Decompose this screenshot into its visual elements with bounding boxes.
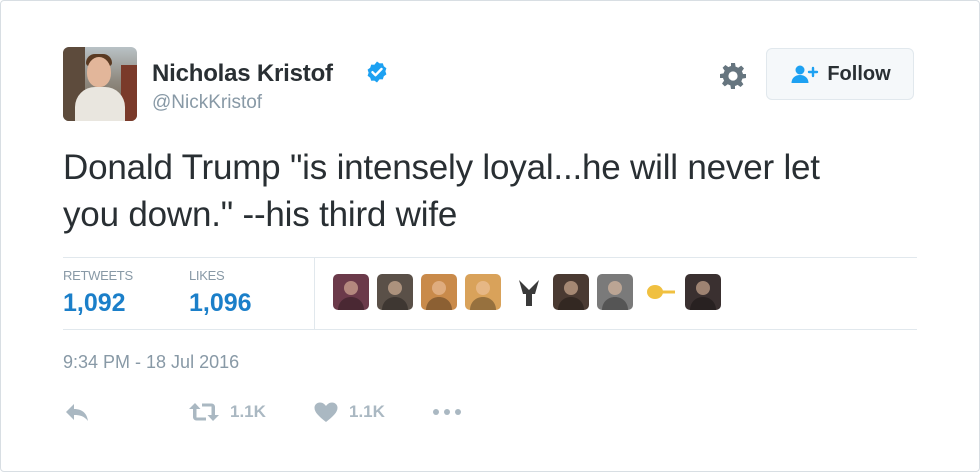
stats-divider: [314, 258, 315, 329]
liker-avatar[interactable]: [333, 274, 369, 310]
liker-avatar[interactable]: [597, 274, 633, 310]
reply-icon: [66, 404, 88, 421]
like-button[interactable]: 1.1K: [313, 397, 385, 427]
liker-avatar[interactable]: [421, 274, 457, 310]
retweet-button[interactable]: 1.1K: [188, 397, 266, 427]
retweet-icon: [189, 403, 219, 421]
follow-button[interactable]: Follow: [766, 48, 914, 100]
tweet-card: Nicholas Kristof @NickKristof Follow Don…: [0, 0, 980, 472]
retweets-count[interactable]: 1,092: [63, 289, 126, 318]
author-name[interactable]: Nicholas Kristof: [152, 60, 333, 88]
avatar[interactable]: [63, 47, 137, 121]
follow-button-label: Follow: [827, 62, 891, 85]
verified-badge-icon: [367, 61, 387, 83]
divider-top: [63, 257, 917, 258]
reply-button[interactable]: [63, 397, 91, 427]
author-handle[interactable]: @NickKristof: [152, 92, 262, 114]
gear-icon[interactable]: [717, 60, 749, 92]
tweet-text-line-1: Donald Trump "is intensely loyal...he wi…: [63, 148, 820, 187]
liker-avatar[interactable]: [641, 274, 677, 310]
divider-bottom: [63, 329, 917, 330]
liker-avatar[interactable]: [553, 274, 589, 310]
follow-person-icon: [791, 65, 819, 83]
liker-avatar[interactable]: [511, 274, 547, 310]
retweets-label: RETWEETS: [63, 268, 133, 283]
more-button[interactable]: [431, 397, 463, 427]
like-count: 1.1K: [349, 402, 385, 421]
tweet-text: Donald Trump "is intensely loyal...he wi…: [63, 144, 933, 238]
timestamp[interactable]: 9:34 PM - 18 Jul 2016: [63, 352, 239, 373]
tweet-text-line-2: you down." --his third wife: [63, 195, 458, 234]
more-dots-icon: [433, 409, 461, 415]
likes-label: LIKES: [189, 268, 225, 283]
retweet-count: 1.1K: [230, 402, 266, 421]
liker-avatar[interactable]: [377, 274, 413, 310]
likes-count[interactable]: 1,096: [189, 289, 252, 318]
liker-avatar[interactable]: [685, 274, 721, 310]
liker-avatar[interactable]: [465, 274, 501, 310]
heart-icon: [314, 402, 338, 422]
